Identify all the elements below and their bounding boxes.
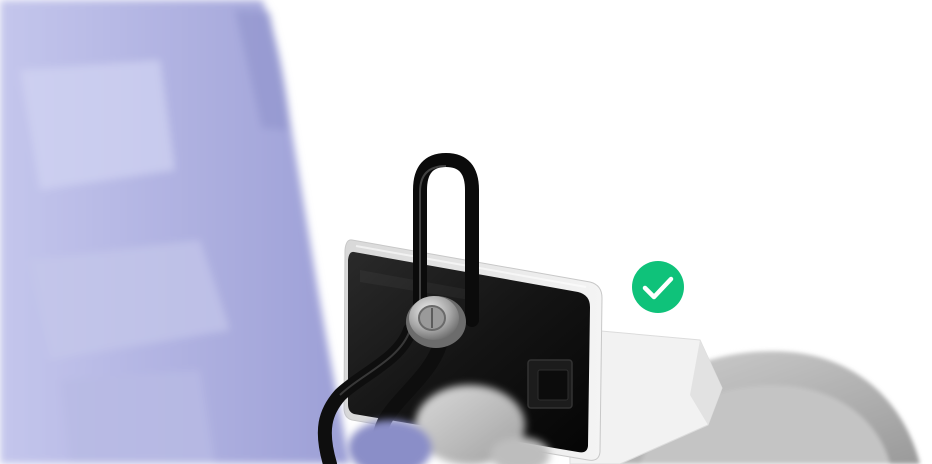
connector-port <box>527 359 573 409</box>
status-badge <box>632 261 684 313</box>
status-badge-circle <box>632 261 684 313</box>
lock-knob <box>406 296 466 348</box>
product-render-scene <box>0 0 932 464</box>
